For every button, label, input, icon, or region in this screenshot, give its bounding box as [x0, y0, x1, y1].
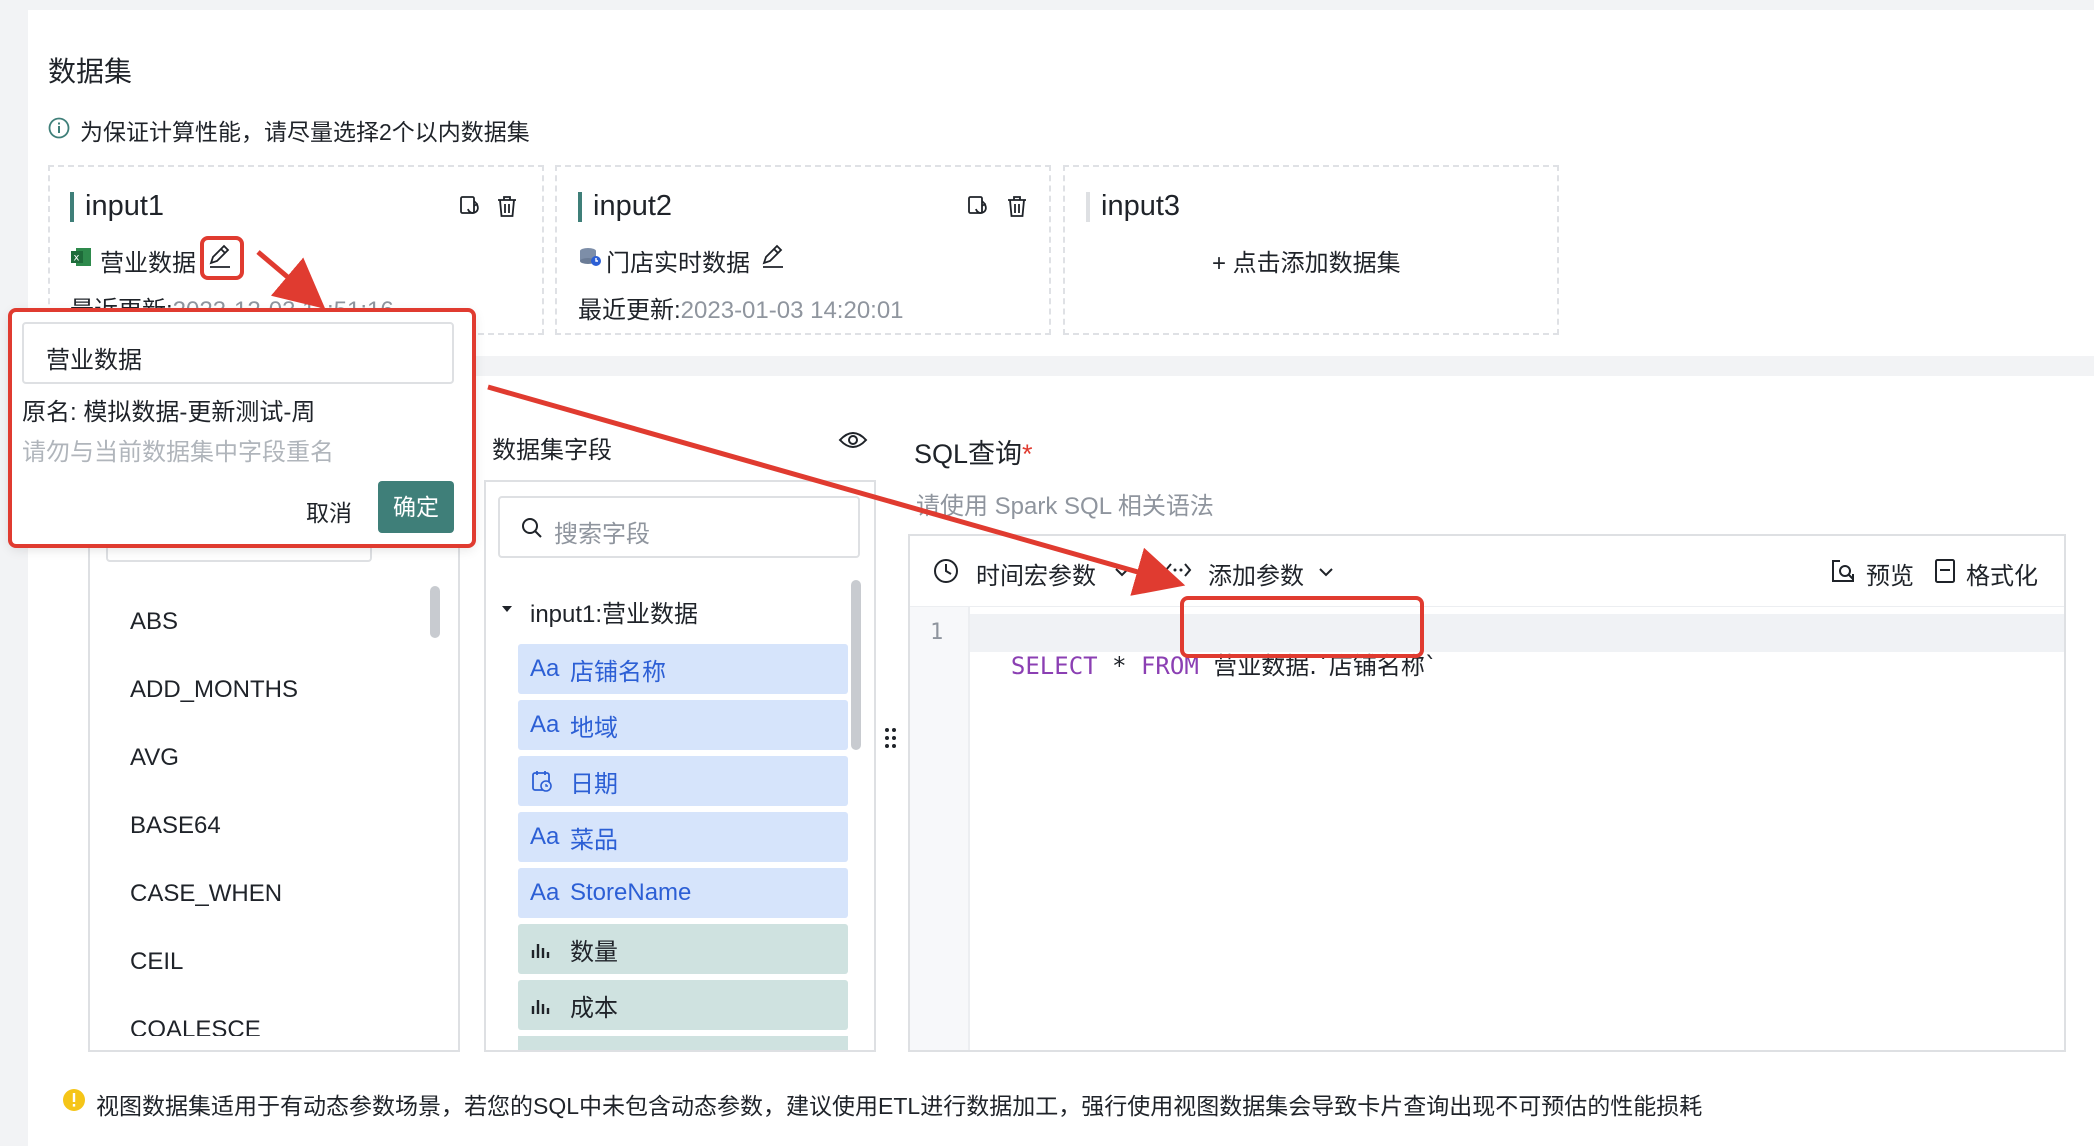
annotation-arrows — [0, 0, 2094, 1146]
